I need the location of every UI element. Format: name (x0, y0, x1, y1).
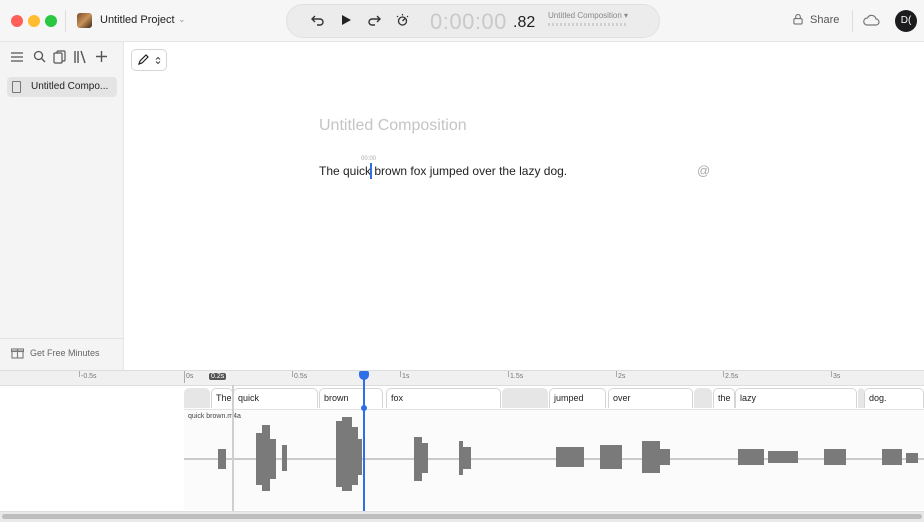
get-free-minutes-link[interactable]: Get Free Minutes (30, 348, 100, 358)
ruler-tick (79, 371, 80, 377)
ruler-tick (508, 371, 509, 377)
forward-icon[interactable] (367, 13, 381, 27)
add-icon[interactable] (95, 50, 108, 63)
cloud-icon[interactable] (863, 13, 880, 27)
avatar[interactable]: D( (895, 10, 917, 32)
word-track: The quick brown fox jumped over the lazy… (0, 388, 924, 409)
ruler-label: 3s (833, 373, 841, 380)
word-chip[interactable]: dog. (864, 388, 924, 408)
effects-icon[interactable] (395, 13, 410, 28)
page-title[interactable]: Untitled Composition (319, 117, 467, 135)
mention-icon[interactable]: @ (697, 163, 710, 178)
play-icon[interactable] (340, 14, 352, 26)
time-ruler[interactable]: -0.5s 0s 0.2s 0.5s 1s 1.5s 2s 2.5s 3s (0, 371, 924, 386)
minimize-icon[interactable] (28, 15, 40, 27)
rewind-icon[interactable] (311, 13, 325, 27)
ruler-tick (616, 371, 617, 377)
text-cursor (370, 163, 372, 179)
word-chip[interactable]: the (713, 388, 735, 408)
ruler-tick (292, 371, 293, 377)
selection-time-badge: 0.2s (209, 373, 227, 380)
word-chip[interactable]: over (608, 388, 693, 408)
word-chip[interactable]: brown (319, 388, 383, 408)
silence-gap[interactable] (694, 388, 712, 408)
sidebar-item-composition[interactable]: Untitled Compo... (7, 77, 117, 97)
pencil-icon (138, 54, 149, 65)
stepper-chevron-icon (155, 56, 161, 65)
ruler-label: 2s (618, 373, 626, 380)
library-icon[interactable] (73, 50, 88, 64)
composition-label: Untitled Composition (548, 11, 622, 20)
silence-gap[interactable] (502, 388, 548, 408)
search-icon[interactable] (33, 50, 46, 63)
ruler-tick (831, 371, 832, 377)
selection-marker[interactable] (232, 385, 234, 511)
ruler-tick (184, 371, 185, 383)
composition-selector[interactable]: Untitled Composition ▾ (548, 11, 628, 20)
ruler-label: 2.5s (725, 373, 739, 380)
word-chip[interactable]: The (211, 388, 233, 408)
timeline[interactable]: -0.5s 0s 0.2s 0.5s 1s 1.5s 2s 2.5s 3s Th… (0, 370, 924, 522)
playhead-dot (361, 405, 367, 411)
divider (65, 10, 66, 32)
menu-icon[interactable] (10, 50, 24, 64)
edit-tool-selector[interactable] (131, 49, 167, 71)
scroll-thumb[interactable] (2, 514, 922, 519)
silence-gap[interactable] (184, 388, 210, 408)
ruler-tick (723, 371, 724, 377)
ruler-label: 1s (402, 373, 410, 380)
close-icon[interactable] (11, 15, 23, 27)
word-chip[interactable]: quick (233, 388, 318, 408)
lock-icon (793, 14, 803, 25)
timecode-fraction: .82 (513, 14, 536, 31)
title-bar: Untitled Project ⌄ 0:00:00 .82 Untitled … (0, 0, 924, 42)
ruler-label: 1.5s (510, 373, 524, 380)
cursor-timestamp: 00:00 (361, 156, 377, 162)
waveform[interactable] (184, 411, 924, 511)
share-button[interactable]: Share (810, 14, 839, 26)
timeline-scrollbar[interactable] (0, 511, 924, 522)
copy-icon[interactable] (53, 50, 67, 64)
ruler-label: -0.5s (81, 373, 97, 380)
divider (0, 338, 124, 339)
timecode: 0:00:00 (430, 9, 507, 34)
chevron-down-icon[interactable]: ⌄ (178, 14, 186, 25)
composition-subtitle (548, 23, 628, 26)
sidebar: Untitled Compo... Get Free Minutes (0, 42, 124, 370)
word-chip[interactable]: jumped (549, 388, 606, 408)
project-thumbnail[interactable] (77, 13, 92, 28)
playhead[interactable] (363, 371, 365, 511)
divider (852, 10, 853, 32)
gift-icon[interactable] (11, 346, 24, 359)
word-chip[interactable]: lazy (735, 388, 857, 408)
transcript-text[interactable]: The quick brown fox jumped over the lazy… (319, 164, 567, 178)
ruler-tick (400, 371, 401, 377)
document-icon (12, 81, 21, 93)
sidebar-item-label: Untitled Compo... (31, 81, 109, 92)
project-name[interactable]: Untitled Project (100, 14, 175, 26)
ruler-label: 0.5s (294, 373, 308, 380)
ruler-label: 0s (186, 373, 194, 380)
zoom-icon[interactable] (45, 15, 57, 27)
word-chip[interactable]: fox (386, 388, 501, 408)
